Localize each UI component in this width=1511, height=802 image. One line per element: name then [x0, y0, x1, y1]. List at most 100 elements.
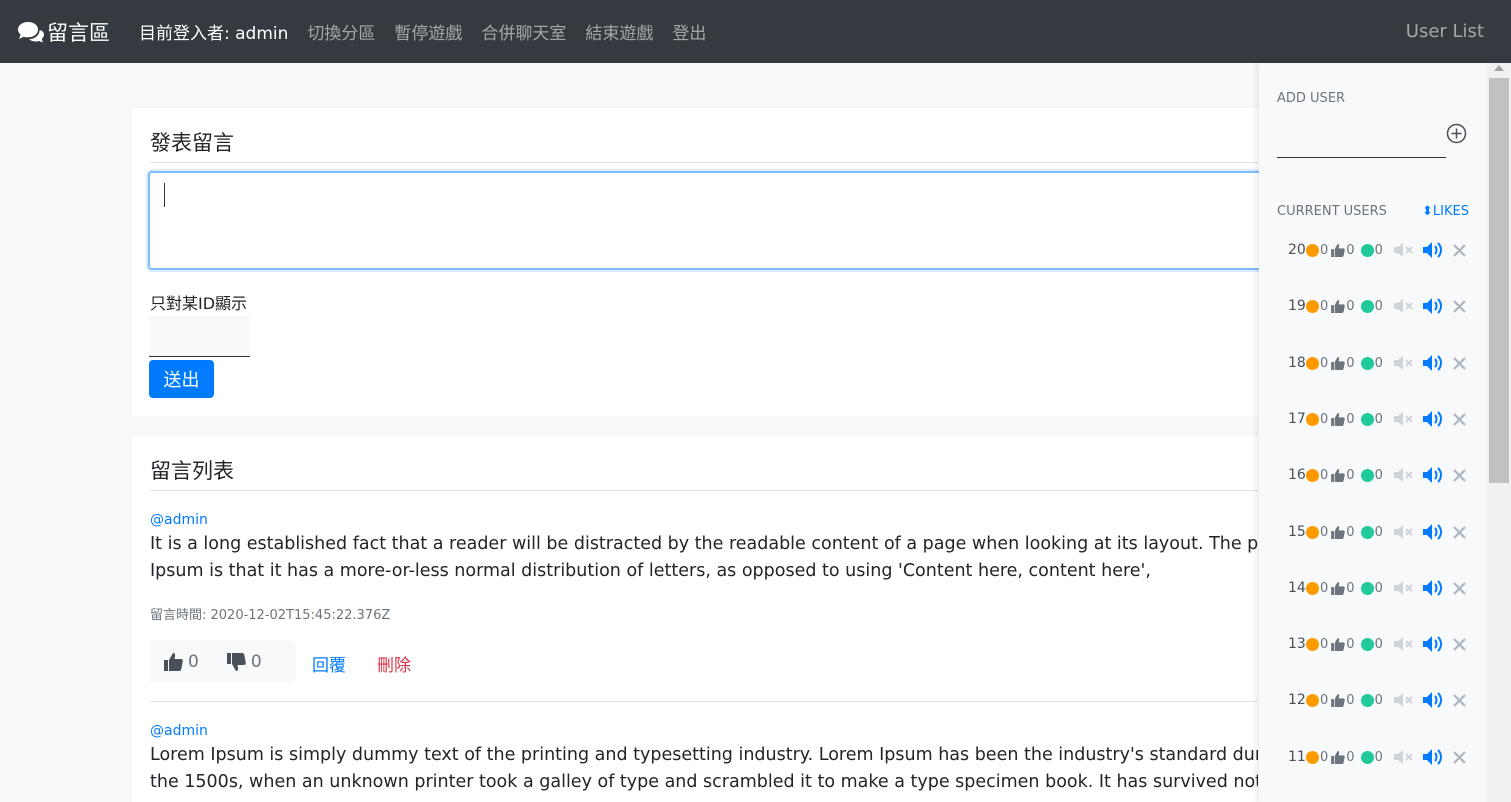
- thumbs-up-icon: [1331, 750, 1346, 764]
- brand[interactable]: 留言區: [17, 17, 110, 47]
- unmute-button[interactable]: [1422, 748, 1443, 766]
- send-button[interactable]: 送出: [149, 360, 214, 398]
- unmute-button[interactable]: [1422, 297, 1443, 315]
- add-user-input[interactable]: [1277, 126, 1446, 158]
- point-dot: [1360, 468, 1374, 482]
- coin-count: 0: [1320, 298, 1329, 314]
- volume-up-icon: [1422, 749, 1442, 765]
- nav-logout[interactable]: 登出: [672, 19, 706, 44]
- coin-count: 0: [1320, 467, 1329, 483]
- mute-button[interactable]: [1393, 636, 1413, 652]
- coin-dot: [1306, 299, 1319, 313]
- only-id-input[interactable]: [149, 316, 250, 357]
- point-count: 0: [1374, 298, 1383, 314]
- add-user-button[interactable]: [1446, 123, 1467, 148]
- volume-mute-icon: [1393, 299, 1413, 313]
- remove-user-button[interactable]: [1453, 693, 1466, 707]
- thumbs-up-icon: [1331, 637, 1346, 651]
- thumbs-up-icon: [1331, 299, 1346, 313]
- scroll-thumb[interactable]: [1489, 78, 1509, 483]
- likes-indicator: [1331, 412, 1346, 426]
- message-author[interactable]: @admin: [150, 512, 208, 528]
- user-row: 13 0 0 0: [1288, 634, 1466, 654]
- comments-icon: [18, 21, 44, 42]
- remove-user-button[interactable]: [1453, 468, 1466, 482]
- user-row: 18 0 0 0: [1288, 353, 1466, 373]
- message-content-line: Lorem Ipsum is simply dummy text of the …: [150, 745, 1258, 765]
- nav-merge-chatroom[interactable]: 合併聊天室: [481, 19, 566, 44]
- mute-button[interactable]: [1393, 411, 1413, 427]
- likes-count: 0: [1346, 580, 1355, 596]
- current-user-label: 目前登入者: admin: [139, 24, 289, 44]
- remove-user-button[interactable]: [1453, 581, 1466, 595]
- dislike-button[interactable]: 0: [226, 652, 262, 672]
- remove-user-button[interactable]: [1453, 412, 1466, 426]
- mute-button[interactable]: [1393, 580, 1413, 596]
- unmute-button[interactable]: [1422, 691, 1443, 709]
- nav-switch-section[interactable]: 切換分區: [307, 19, 375, 44]
- remove-user-button[interactable]: [1453, 356, 1466, 370]
- coin-count: 0: [1320, 636, 1329, 652]
- unmute-button[interactable]: [1422, 523, 1443, 541]
- unmute-button[interactable]: [1422, 635, 1443, 653]
- point-dot: [1360, 243, 1374, 257]
- likes-indicator: [1331, 356, 1346, 370]
- page-scrollbar[interactable]: [1487, 63, 1511, 802]
- volume-mute-icon: [1393, 637, 1413, 651]
- message-author[interactable]: @admin: [150, 723, 208, 739]
- close-icon: [1453, 525, 1466, 539]
- likes-count: 0: [1346, 467, 1355, 483]
- remove-user-button[interactable]: [1453, 750, 1466, 764]
- nav-pause-game[interactable]: 暫停遊戲: [394, 19, 462, 44]
- message-timestamp: 留言時間: 2020-12-02T15:45:22.376Z: [150, 608, 391, 623]
- message-content-line: the 1500s, when an unknown printer took …: [150, 772, 1258, 792]
- mute-button[interactable]: [1393, 524, 1413, 540]
- point-count: 0: [1374, 524, 1383, 540]
- coin-dot: [1306, 581, 1319, 595]
- like-count: 0: [188, 652, 199, 672]
- likes-indicator: [1331, 581, 1346, 595]
- mute-button[interactable]: [1393, 467, 1413, 483]
- unmute-button[interactable]: [1422, 241, 1443, 259]
- remove-user-button[interactable]: [1453, 525, 1466, 539]
- nav-end-game[interactable]: 結束遊戲: [585, 19, 653, 44]
- scroll-up-arrow[interactable]: [1494, 65, 1504, 71]
- remove-user-button[interactable]: [1453, 637, 1466, 651]
- coin-count: 0: [1320, 242, 1329, 258]
- message-textarea[interactable]: [148, 171, 1288, 270]
- divider: [150, 490, 1291, 491]
- user-row: 16 0 0 0: [1288, 465, 1466, 485]
- mute-button[interactable]: [1393, 692, 1413, 708]
- coin-count: 0: [1320, 411, 1329, 427]
- mute-button[interactable]: [1393, 298, 1413, 314]
- point-count: 0: [1374, 580, 1383, 596]
- close-icon: [1453, 299, 1466, 313]
- coin-dot: [1306, 243, 1319, 257]
- volume-up-icon: [1422, 636, 1442, 652]
- user-list-toggle[interactable]: User List: [1406, 21, 1484, 42]
- point-dot: [1360, 693, 1374, 707]
- unmute-button[interactable]: [1422, 466, 1443, 484]
- unmute-button[interactable]: [1422, 410, 1443, 428]
- user-id: 13: [1288, 636, 1306, 652]
- user-row: 14 0 0 0: [1288, 578, 1466, 598]
- unmute-button[interactable]: [1422, 579, 1443, 597]
- volume-up-icon: [1422, 692, 1442, 708]
- unmute-button[interactable]: [1422, 354, 1443, 372]
- point-count: 0: [1374, 242, 1383, 258]
- remove-user-button[interactable]: [1453, 243, 1466, 257]
- remove-user-button[interactable]: [1453, 299, 1466, 313]
- reply-button[interactable]: 回覆: [312, 651, 346, 676]
- close-icon: [1453, 581, 1466, 595]
- like-button[interactable]: 0: [164, 652, 199, 672]
- point-dot: [1360, 299, 1374, 313]
- point-dot: [1360, 412, 1374, 426]
- mute-button[interactable]: [1393, 242, 1413, 258]
- sort-by-likes-button[interactable]: ⬍LIKES: [1422, 204, 1469, 219]
- user-row: 15 0 0 0: [1288, 522, 1466, 542]
- delete-button[interactable]: 刪除: [377, 651, 411, 676]
- volume-up-icon: [1422, 580, 1442, 596]
- mute-button[interactable]: [1393, 355, 1413, 371]
- point-count: 0: [1374, 355, 1383, 371]
- mute-button[interactable]: [1393, 749, 1413, 765]
